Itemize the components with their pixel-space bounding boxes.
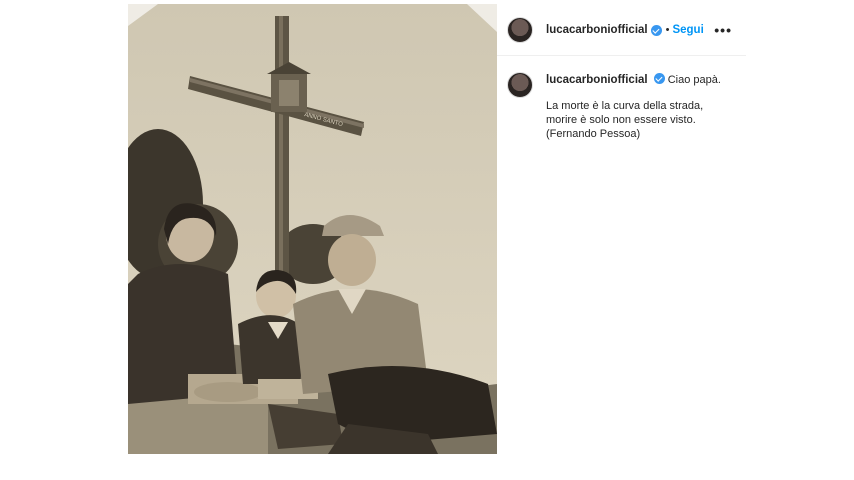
caption-line: La morte è la curva della strada, [546,100,704,112]
post-photo[interactable]: ANNO SANTO [128,4,497,454]
follow-button[interactable]: Segui [672,24,703,36]
author-username[interactable]: lucacarboniofficial [546,24,648,36]
vintage-family-photo: ANNO SANTO [128,4,497,454]
caption-first-line: Ciao papà. [667,74,721,86]
caption-author-avatar[interactable] [507,72,533,98]
verified-badge-icon [650,25,662,36]
caption-verified-badge-icon [653,73,665,84]
post-header: lucacarboniofficial • Segui ••• [497,4,746,56]
caption-line: (Fernando Pessoa) [546,128,641,140]
post-side-panel: lucacarboniofficial • Segui ••• lucacarb… [497,4,746,454]
caption-comment: lucacarboniofficial Ciao papà. La morte … [497,56,746,141]
instagram-post: ANNO SANTO lucacarboniofficial • Segui •… [128,4,746,454]
caption-line: morire è solo non essere visto. [546,114,696,126]
caption-author-username[interactable]: lucacarboniofficial [546,74,648,86]
more-options-icon[interactable]: ••• [714,22,732,38]
caption-body: lucacarboniofficial Ciao papà. La morte … [546,72,721,141]
header-separator: • [665,23,670,36]
author-avatar[interactable] [507,16,533,43]
caption-lines: La morte è la curva della strada, morire… [546,99,721,141]
